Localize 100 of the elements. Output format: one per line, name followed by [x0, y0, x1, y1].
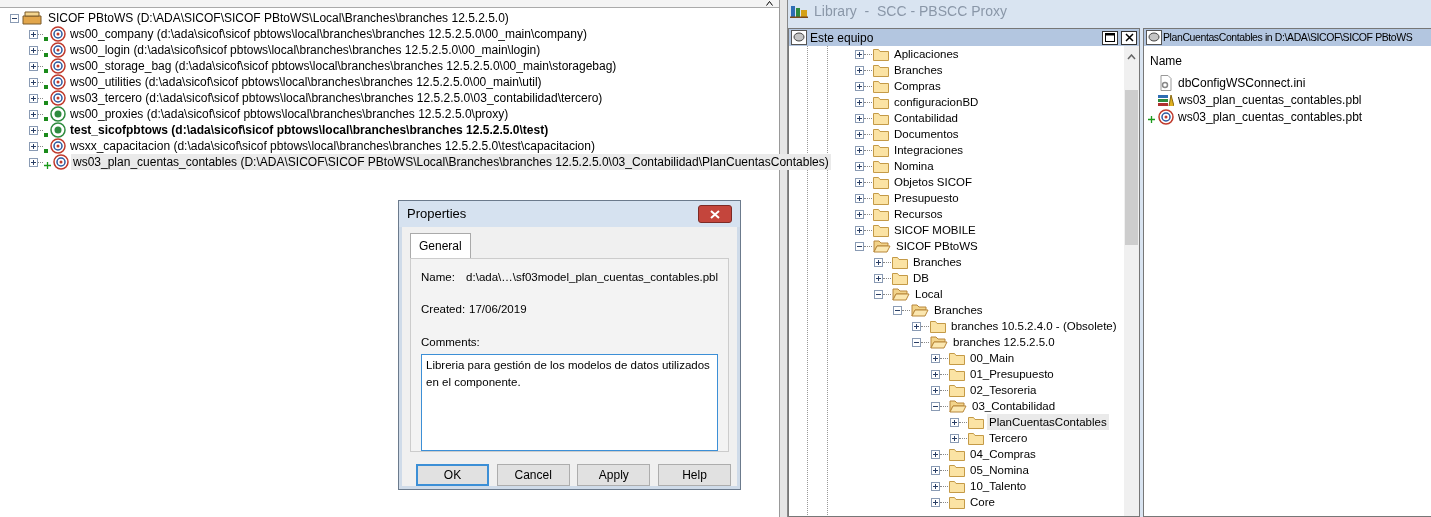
- expand-icon[interactable]: [855, 209, 864, 219]
- file-item[interactable]: ws03_plan_cuentas_contables.pbt: [1176, 108, 1365, 125]
- folder-item[interactable]: Local: [913, 286, 945, 302]
- dialog-button[interactable]: Cancel: [496, 464, 570, 486]
- collapse-icon[interactable]: [10, 13, 19, 23]
- folder-item[interactable]: branches 12.5.2.5.0: [951, 334, 1057, 350]
- target-item[interactable]: ws00_proxies (d:\ada\sicof\sicof pbtows\local\branches\branches 12.5.2.5.0\proxy): [68, 106, 511, 122]
- folder-item[interactable]: Objetos SICOF: [892, 174, 974, 190]
- folder-item[interactable]: branches 10.5.2.4.0 - (Obsolete): [949, 318, 1119, 334]
- dialog-button[interactable]: OK: [416, 464, 489, 486]
- expand-icon[interactable]: [931, 353, 940, 363]
- folder-item[interactable]: Compras: [892, 78, 943, 94]
- folder-item[interactable]: Contabilidad: [892, 110, 960, 126]
- expand-icon[interactable]: [931, 481, 940, 491]
- folder-item[interactable]: Branches: [911, 254, 964, 270]
- collapse-icon[interactable]: [874, 289, 883, 299]
- open-folder-icon: [892, 287, 910, 301]
- column-header[interactable]: Name: [1150, 54, 1182, 68]
- expand-icon[interactable]: [29, 125, 38, 135]
- target-item[interactable]: ws00_utilities (d:\ada\sicof\sicof pbtows\local\branches\branches 12.5.2.5.0\00_main\util): [68, 74, 544, 90]
- dialog-button[interactable]: Apply: [577, 464, 651, 486]
- folder-item[interactable]: Recursos: [892, 206, 945, 222]
- expand-icon[interactable]: [29, 77, 38, 87]
- folder-item[interactable]: SICOF PBtoWS: [894, 238, 980, 254]
- folder-item[interactable]: 05_Nomina: [968, 462, 1031, 478]
- field-label: Name:: [421, 270, 456, 285]
- expand-icon[interactable]: [931, 369, 940, 379]
- expand-icon[interactable]: [874, 257, 883, 267]
- folder-item[interactable]: PlanCuentasContables: [987, 414, 1109, 430]
- folder-item[interactable]: 01_Presupuesto: [968, 366, 1056, 382]
- expand-icon[interactable]: [950, 417, 959, 427]
- dialog-tab[interactable]: General: [410, 233, 471, 258]
- expand-icon[interactable]: [29, 109, 38, 119]
- target-item[interactable]: ws03_tercero (d:\ada\sicof\sicof pbtows\local\branches\branches 12.5.2.5.0\03_contabilidad\tercero): [68, 90, 605, 106]
- folder-item[interactable]: 02_Tesoreria: [968, 382, 1039, 398]
- panel-title: PlanCuentasContables in D:\ADA\SICOF\SICOF PBtoWS: [1163, 29, 1413, 45]
- expand-icon[interactable]: [912, 321, 921, 331]
- expand-icon[interactable]: [855, 113, 864, 123]
- target-item[interactable]: ws00_login (d:\ada\sicof\sicof pbtows\local\branches\branches 12.5.2.5.0\00_main\login): [68, 42, 543, 58]
- folder-item[interactable]: 10_Talento: [968, 478, 1029, 494]
- expand-icon[interactable]: [931, 385, 940, 395]
- folder-item[interactable]: Branches: [932, 302, 985, 318]
- folder-item[interactable]: SICOF MOBILE: [892, 222, 978, 238]
- folder-item[interactable]: Branches: [892, 62, 945, 78]
- folder-item[interactable]: Presupuesto: [892, 190, 961, 206]
- expand-icon[interactable]: [855, 177, 864, 187]
- close-icon: [710, 210, 720, 220]
- comments-field[interactable]: Libreria para gestión de los modelos de datos utilizados en el componente.: [421, 353, 718, 451]
- target-icon: [1158, 108, 1174, 125]
- folder-item[interactable]: configuracionBD: [892, 94, 981, 110]
- expand-icon[interactable]: [29, 29, 38, 39]
- expand-icon[interactable]: [29, 61, 38, 71]
- folder-item[interactable]: 04_Compras: [968, 446, 1038, 462]
- expand-icon[interactable]: [855, 193, 864, 203]
- target-item[interactable]: wsxx_capacitacion (d:\ada\sicof\sicof pbtows\local\branches\branches 12.5.2.5.0\test\capacitacion): [68, 138, 597, 154]
- folder-item[interactable]: DB: [911, 270, 931, 286]
- expand-icon[interactable]: [931, 449, 940, 459]
- expand-icon[interactable]: [931, 497, 940, 507]
- folder-item[interactable]: 00_Main: [968, 350, 1017, 366]
- expand-icon[interactable]: [29, 141, 38, 151]
- file-item[interactable]: ws03_plan_cuentas_contables.pbl: [1176, 91, 1364, 108]
- folder-item[interactable]: Tercero: [987, 430, 1030, 446]
- expand-icon[interactable]: [855, 225, 864, 235]
- folder-item[interactable]: Core: [968, 494, 997, 510]
- expand-icon[interactable]: [855, 97, 864, 107]
- target-icon: [50, 106, 66, 122]
- scrollbar[interactable]: [1124, 46, 1139, 516]
- file-item[interactable]: dbConfigWSConnect.ini: [1176, 74, 1308, 91]
- expand-icon[interactable]: [855, 161, 864, 171]
- restore-button[interactable]: [1102, 30, 1118, 45]
- expand-icon[interactable]: [29, 157, 38, 167]
- folder-item[interactable]: 03_Contabilidad: [970, 398, 1058, 414]
- target-item[interactable]: ws00_company (d:\ada\sicof\sicof pbtows\local\branches\branches 12.5.2.5.0\00_main\company): [68, 26, 589, 42]
- folder-item[interactable]: Aplicaciones: [892, 46, 961, 62]
- expand-icon[interactable]: [855, 145, 864, 155]
- workspace-name[interactable]: SICOF PBtoWS (D:\ADA\SICOF\SICOF PBtoWS\Local\Branches\branches 12.5.2.5.0): [46, 10, 511, 26]
- target-item[interactable]: test_sicofpbtows (d:\ada\sicof\sicof pbtows\local\branches\branches 12.5.2.5.0\test): [68, 122, 551, 138]
- scroll-up-icon[interactable]: [1127, 54, 1136, 60]
- collapse-icon[interactable]: [855, 241, 864, 251]
- expand-icon[interactable]: [931, 465, 940, 475]
- close-button[interactable]: [1121, 30, 1137, 45]
- collapse-icon[interactable]: [893, 305, 902, 315]
- expand-icon[interactable]: [855, 129, 864, 139]
- folder-item[interactable]: Integraciones: [892, 142, 966, 158]
- dialog-button[interactable]: Help: [657, 464, 731, 486]
- expand-icon[interactable]: [874, 273, 883, 283]
- expand-icon[interactable]: [950, 433, 959, 443]
- expand-icon[interactable]: [29, 93, 38, 103]
- close-button[interactable]: [698, 205, 732, 223]
- collapse-icon[interactable]: [931, 401, 940, 411]
- folder-item[interactable]: Nomina: [892, 158, 936, 174]
- folder-icon: [873, 63, 889, 77]
- expand-icon[interactable]: [855, 81, 864, 91]
- expand-icon[interactable]: [855, 49, 864, 59]
- expand-icon[interactable]: [29, 45, 38, 55]
- expand-icon[interactable]: [855, 65, 864, 75]
- folder-item[interactable]: Documentos: [892, 126, 961, 142]
- collapse-icon[interactable]: [912, 337, 921, 347]
- target-item[interactable]: ws00_storage_bag (d:\ada\sicof\sicof pbtows\local\branches\branches 12.5.2.5.0\00_main\storagebag): [68, 58, 619, 74]
- target-item[interactable]: ws03_plan_cuentas_contables (D:\ADA\SICOF\SICOF PBtoWS\Local\Branches\branches 12.5.2.5.0\03_Contabilidad\PlanCuentasContables): [71, 154, 831, 170]
